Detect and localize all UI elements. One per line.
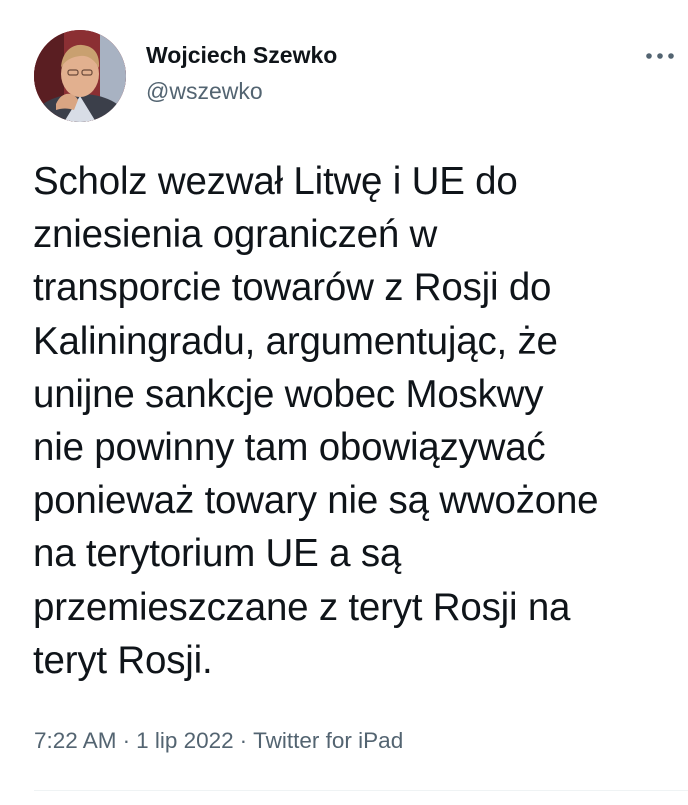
more-horizontal-icon xyxy=(646,53,674,59)
avatar[interactable] xyxy=(34,30,126,122)
divider xyxy=(34,790,688,791)
tweet-date[interactable]: 1 lip 2022 xyxy=(136,728,234,753)
meta-separator: · xyxy=(122,728,131,753)
author-name[interactable]: Wojciech Szewko xyxy=(146,40,337,70)
author-handle[interactable]: @wszewko xyxy=(146,76,337,106)
meta-separator: · xyxy=(239,728,248,753)
author-info: Wojciech Szewko @wszewko xyxy=(146,40,337,106)
tweet-card: Wojciech Szewko @wszewko Scholz wezwał L… xyxy=(0,0,688,805)
tweet-meta: 7:22 AM · 1 lip 2022 · Twitter for iPad xyxy=(34,726,403,756)
tweet-text: Scholz wezwał Litwę i UE do zniesienia o… xyxy=(33,160,599,682)
tweet-time[interactable]: 7:22 AM xyxy=(34,728,117,753)
more-options-button[interactable] xyxy=(640,42,680,70)
tweet-source[interactable]: Twitter for iPad xyxy=(253,728,403,753)
avatar-image xyxy=(34,30,126,122)
